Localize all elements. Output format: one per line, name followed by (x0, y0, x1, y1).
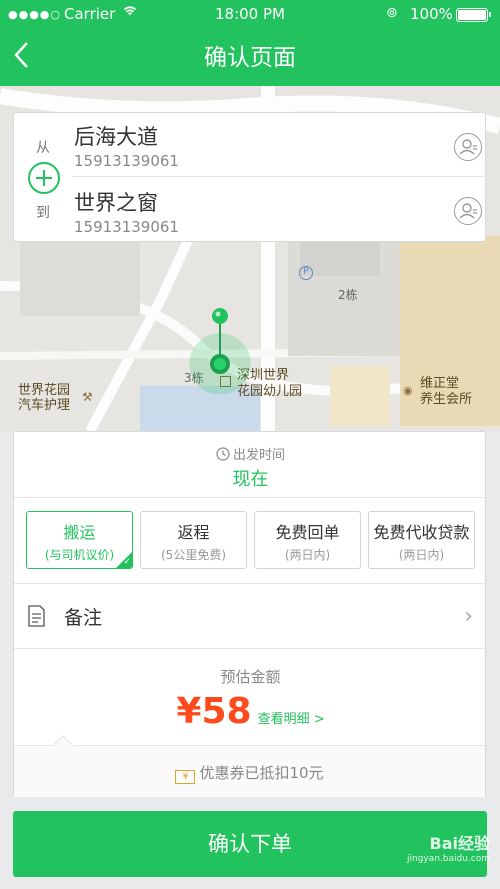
add-waypoint-button[interactable] (28, 162, 60, 194)
app-header: ●●●●○ Carrier 18:00 PM ⊚ 100% 确认页面 (0, 0, 500, 86)
to-label: 到 (36, 205, 50, 221)
watermark: Bai经验 jingyan.baidu.com (407, 830, 490, 864)
chevron-right-icon: › (464, 604, 473, 629)
coupon-row[interactable]: ¥ 优惠券已抵扣10元 (14, 735, 485, 797)
destination-address-row[interactable]: 世界之窗 15913139061 (72, 187, 484, 237)
destination-phone: 15913139061 (74, 218, 179, 236)
location-pin-icon (189, 308, 251, 394)
service-subtitle: (两日内) (398, 548, 445, 562)
service-title: 返程 (177, 523, 210, 542)
service-options: 搬运 (与司机议价) ✓ 返程 (5公里免费) 免费回单 (两日内) 免费代收贷… (26, 511, 476, 569)
service-title: 搬运 (63, 523, 96, 542)
contact-icon[interactable] (454, 133, 482, 161)
contact-icon[interactable] (454, 197, 482, 225)
service-option-cod[interactable]: 免费代收贷款 (两日内) (368, 511, 475, 569)
origin-name: 后海大道 (74, 125, 158, 149)
service-subtitle: (两日内) (284, 548, 331, 562)
status-bar: ●●●●○ Carrier 18:00 PM ⊚ 100% (0, 0, 500, 28)
departure-time-value: 现在 (232, 469, 269, 490)
clock-icon (216, 446, 230, 461)
map-label-car-care: 世界花园 汽车护理 (18, 383, 71, 413)
service-option-carry[interactable]: 搬运 (与司机议价) ✓ (26, 511, 133, 569)
parking-icon: P (299, 266, 313, 280)
service-subtitle: (5公里免费) (161, 548, 226, 562)
estimate-label: 预估金额 (220, 668, 281, 686)
departure-time-selector[interactable]: 出发时间 现在 (14, 432, 487, 498)
wrench-icon: ⚒ (82, 390, 93, 404)
destination-name: 世界之窗 (74, 191, 158, 215)
order-card: 出发时间 现在 搬运 (与司机议价) ✓ 返程 (5公里免费) 免费回单 (两日… (13, 431, 487, 797)
battery-percentage: 100% (410, 5, 453, 23)
service-title: 免费回单 (275, 523, 340, 542)
departure-time-label: 出发时间 (232, 448, 285, 463)
selected-check-icon: ✓ (116, 552, 132, 568)
service-option-receipt[interactable]: 免费回单 (两日内) (254, 511, 361, 569)
document-icon (28, 605, 45, 627)
estimate-section: 预估金额 ¥58 查看明细 > (14, 660, 487, 732)
origin-phone: 15913139061 (74, 152, 179, 170)
estimated-price: ¥58 (176, 691, 252, 732)
service-option-return[interactable]: 返程 (5公里免费) (140, 511, 247, 569)
service-title: 免费代收贷款 (373, 523, 470, 542)
page-title: 确认页面 (204, 45, 296, 71)
coupon-icon: ¥ (175, 770, 196, 784)
route-card: 从 到 后海大道 15913139061 世界之窗 15913139061 (13, 112, 486, 242)
view-details-link[interactable]: 查看明细 > (258, 708, 325, 727)
from-label: 从 (36, 140, 50, 156)
watermark-brand: Bai经验 (429, 834, 490, 853)
club-icon: ◉ (403, 384, 413, 397)
remark-row[interactable]: 备注 › (14, 583, 487, 649)
origin-address-row[interactable]: 后海大道 15913139061 (72, 121, 484, 177)
battery-icon (456, 8, 491, 22)
remark-label: 备注 (64, 607, 103, 629)
coupon-text: 优惠券已抵扣10元 (199, 764, 324, 782)
watermark-url: jingyan.baidu.com (406, 854, 490, 864)
rotation-lock-icon: ⊚ (386, 5, 398, 21)
map-label-club: 维正堂 养生会所 (420, 376, 473, 407)
map-label-building-2: 2栋 (338, 288, 358, 302)
notch-decoration (53, 735, 73, 755)
